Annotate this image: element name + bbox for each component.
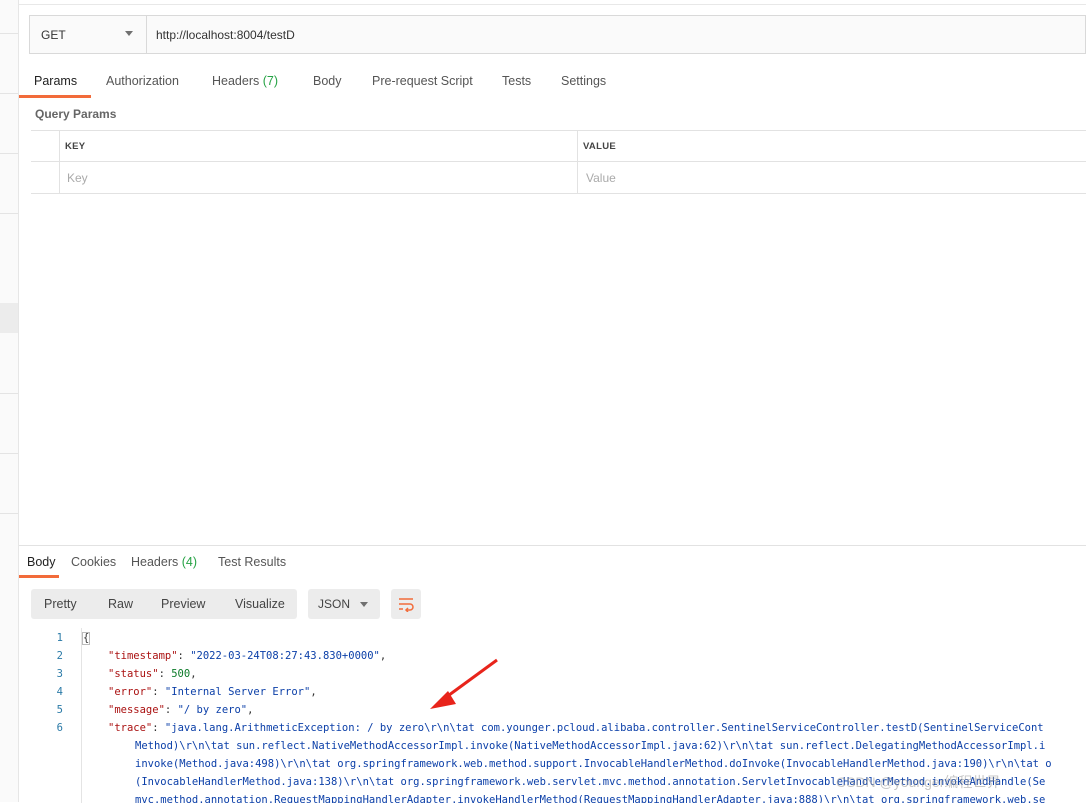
code-line-1: { [82,632,91,645]
sidebar-item-selected[interactable] [0,303,18,333]
code-line-2: "timestamp": "2022-03-24T08:27:43.830+00… [108,650,387,662]
line-number: 6 [56,722,63,734]
code-line-6: "trace": "java.lang.ArithmeticException:… [108,722,1044,734]
sidebar-divider [0,93,18,94]
sidebar-divider [0,453,18,454]
request-url-bar: GET http://localhost:8004/testD [29,15,1086,54]
method-select[interactable]: GET [30,16,147,53]
gutter-divider [81,628,82,803]
response-tab-headers[interactable]: Headers (4) [131,555,197,569]
column-divider [59,131,60,193]
view-mode-pretty[interactable]: Pretty [44,597,77,611]
wrap-lines-icon [399,598,414,612]
tab-params[interactable]: Params [34,74,77,88]
code-line-4: "error": "Internal Server Error", [108,686,317,698]
query-params-table: KEY VALUE Key Value [31,130,1086,194]
line-number: 4 [56,686,63,698]
sidebar-divider [0,513,18,514]
column-divider [577,131,578,193]
url-input[interactable]: http://localhost:8004/testD [156,28,295,42]
active-tab-indicator [19,95,91,98]
query-params-title: Query Params [35,107,117,121]
chevron-down-icon [360,602,368,607]
wrap-lines-button[interactable] [391,589,421,619]
tab-authorization[interactable]: Authorization [106,74,179,88]
sidebar-divider [0,393,18,394]
response-tab-body[interactable]: Body [27,555,56,569]
response-tab-cookies[interactable]: Cookies [71,555,116,569]
view-mode-raw[interactable]: Raw [108,597,133,611]
top-divider [19,4,1086,5]
view-mode-group: Pretty Raw Preview Visualize [31,589,297,619]
format-label: JSON [318,597,351,611]
table-header-row [31,131,1086,162]
code-line-5: "message": "/ by zero", [108,704,254,716]
method-label: GET [41,28,66,42]
view-mode-visualize[interactable]: Visualize [235,597,285,611]
view-mode-preview[interactable]: Preview [161,597,205,611]
param-key-input[interactable]: Key [67,171,88,185]
tab-pre-request-script[interactable]: Pre-request Script [372,74,473,88]
tab-headers[interactable]: Headers (7) [212,74,278,88]
line-number: 2 [56,650,63,662]
line-number: 5 [56,704,63,716]
sidebar-divider [0,33,18,34]
key-column-header: KEY [65,141,86,152]
sidebar-divider [0,213,18,214]
open-brace: { [82,632,91,645]
line-number: 1 [56,632,63,644]
value-column-header: VALUE [583,141,616,152]
sidebar-collapsed [0,0,19,802]
sidebar-divider [0,153,18,154]
response-tab-test-results[interactable]: Test Results [218,555,286,569]
param-value-input[interactable]: Value [586,171,616,185]
tab-body[interactable]: Body [313,74,342,88]
request-tabs: Params Authorization Headers (7) Body Pr… [19,64,1086,98]
tab-settings[interactable]: Settings [561,74,606,88]
tab-tests[interactable]: Tests [502,74,531,88]
response-panel: Body Cookies Headers (4) Test Results Pr… [19,545,1086,803]
watermark: CSDN @younger编程世界 [836,774,1001,790]
code-line-3: "status": 500, [108,668,197,680]
chevron-down-icon [125,31,133,36]
code-line-6-wrap: invoke(Method.java:498)\r\n\tat org.spri… [135,758,1052,770]
code-line-6-wrap: Method)\r\n\tat sun.reflect.NativeMethod… [135,740,1046,752]
format-select[interactable]: JSON [308,589,380,619]
line-number: 3 [56,668,63,680]
request-editor: GET http://localhost:8004/testD Params A… [19,0,1086,803]
active-response-tab-indicator [19,575,59,578]
